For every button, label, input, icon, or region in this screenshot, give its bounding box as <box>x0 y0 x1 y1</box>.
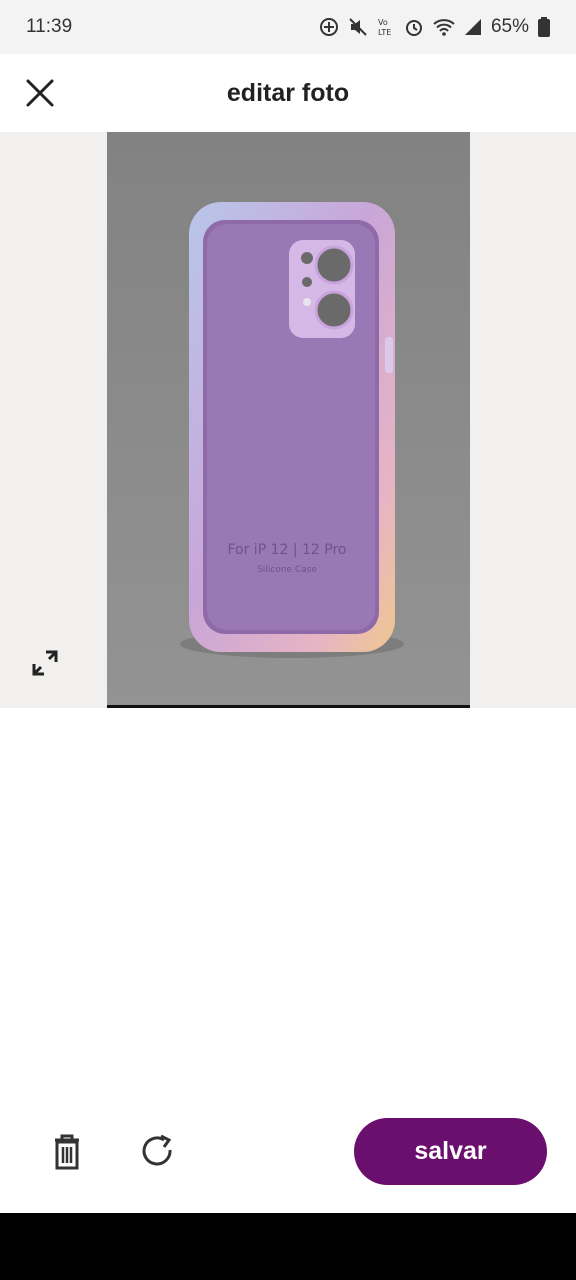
case-type-text: Silicone Case <box>257 565 317 575</box>
resize-icon[interactable] <box>30 648 60 678</box>
volte-icon: Vo LTE <box>378 18 391 37</box>
header: editar foto <box>0 54 576 132</box>
svg-text:Vo: Vo <box>378 18 388 27</box>
action-bar: salvar <box>0 1110 576 1200</box>
signal-icon <box>464 19 481 35</box>
battery-icon <box>538 17 550 37</box>
battery-percentage: 65% <box>490 16 529 37</box>
case-model-text: For iP 12 | 12 Pro <box>227 542 346 558</box>
status-time: 11:39 <box>26 16 73 37</box>
rotate-icon[interactable] <box>138 1132 178 1172</box>
alarm-icon <box>405 20 422 36</box>
photo-canvas[interactable]: For iP 12 | 12 Pro Silicone Case <box>0 132 576 708</box>
phone-case-image: For iP 12 | 12 Pro Silicone Case <box>107 132 470 705</box>
save-button[interactable]: salvar <box>354 1118 547 1185</box>
svg-text:LTE: LTE <box>378 28 391 37</box>
wifi-icon <box>433 19 455 36</box>
page-title: editar foto <box>226 78 350 107</box>
data-saver-icon <box>319 18 338 36</box>
close-icon[interactable] <box>22 75 58 111</box>
status-icons: Vo LTE 65% <box>319 16 550 38</box>
photo-preview[interactable]: For iP 12 | 12 Pro Silicone Case <box>107 132 470 708</box>
system-nav-bar <box>0 1213 576 1280</box>
trash-icon[interactable] <box>50 1132 84 1172</box>
mute-icon <box>349 18 367 36</box>
status-bar: 11:39 Vo LTE 65% <box>0 0 576 54</box>
